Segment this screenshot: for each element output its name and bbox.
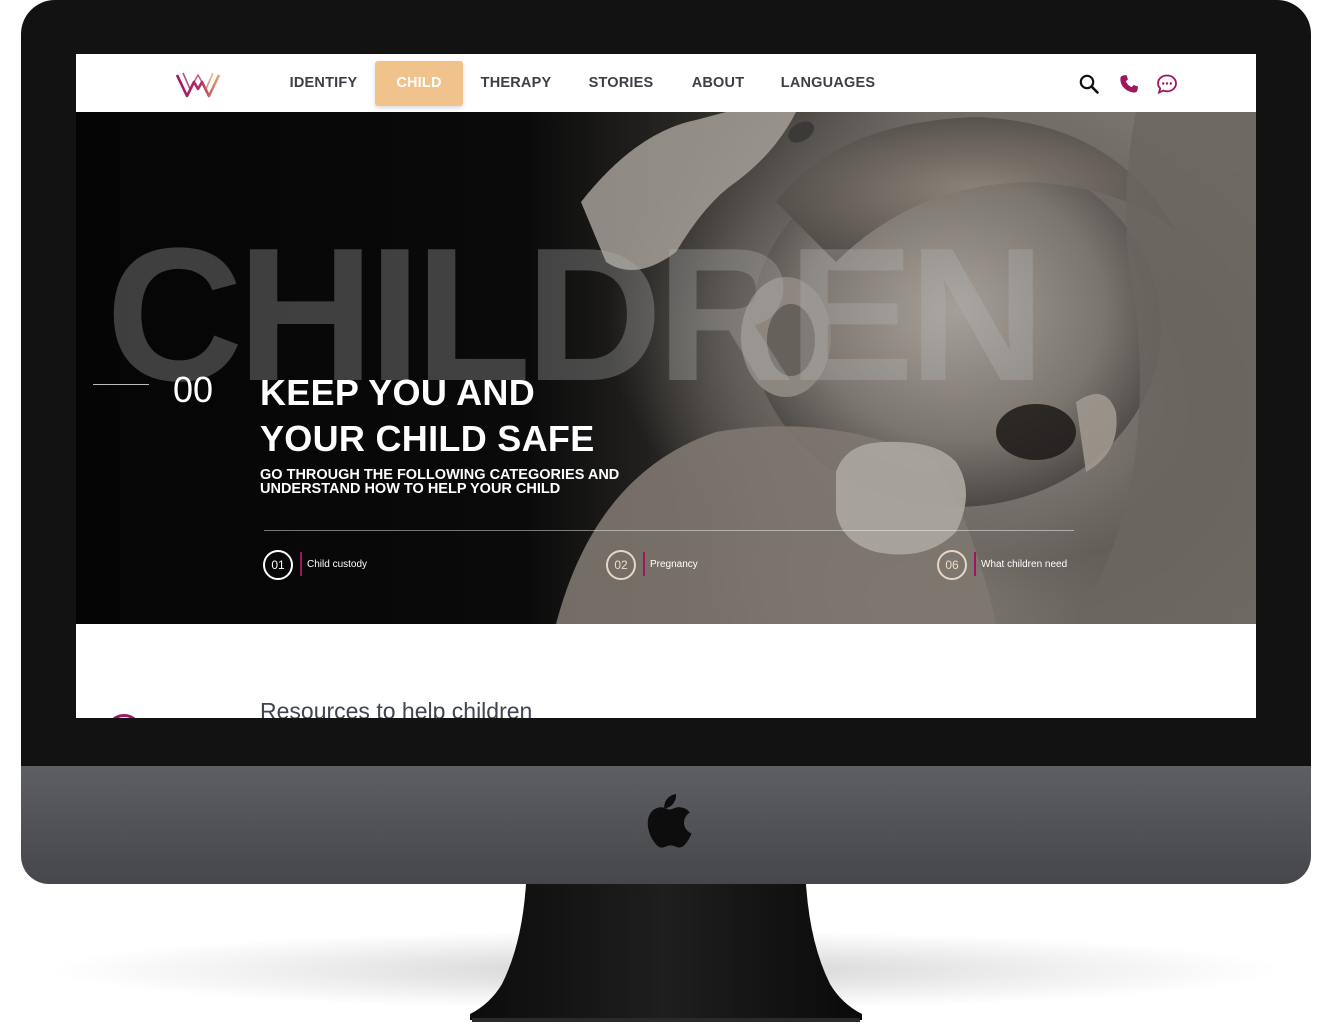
site-logo-icon[interactable] (174, 69, 222, 99)
index-line (93, 384, 149, 385)
subheading-line-2: UNDERSTAND HOW TO HELP YOUR CHILD (260, 481, 561, 497)
hero-subheading: GO THROUGH THE FOLLOWING CATEGORIES AND … (260, 467, 620, 497)
nav-item-stories[interactable]: STORIES (584, 61, 658, 106)
category-child-custody[interactable]: 01 Child custody (263, 550, 403, 580)
category-number: 06 (937, 550, 967, 580)
top-navigation: IDENTIFY CHILD THERAPY STORIES ABOUT LAN… (76, 54, 1256, 112)
headline-line-2: YOUR CHILD SAFE (260, 418, 595, 459)
resources-circle-icon (106, 714, 142, 718)
nav-item-therapy[interactable]: THERAPY (476, 61, 556, 106)
nav-item-about[interactable]: ABOUT (686, 61, 750, 106)
subheading-line-1: GO THROUGH THE FOLLOWING CATEGORIES AND (260, 467, 620, 483)
headline-line-1: KEEP YOU AND (260, 372, 536, 413)
website-screen: IDENTIFY CHILD THERAPY STORIES ABOUT LAN… (76, 54, 1256, 718)
nav-item-languages[interactable]: LANGUAGES (778, 61, 878, 106)
category-label: Child custody (307, 559, 368, 570)
category-accent-bar (300, 552, 302, 576)
phone-icon[interactable] (1118, 73, 1140, 95)
category-label: What children need (981, 559, 1068, 570)
category-accent-bar (974, 552, 976, 576)
hero-index-number: 00 (173, 369, 214, 410)
resources-section-title: Resources to help children (260, 698, 533, 718)
hero-divider (264, 530, 1074, 531)
category-number: 01 (263, 550, 293, 580)
search-icon[interactable] (1078, 73, 1100, 95)
category-pregnancy[interactable]: 02 Pregnancy (606, 550, 726, 580)
category-label: Pregnancy (650, 559, 698, 570)
hero-headline: KEEP YOU AND YOUR CHILD SAFE (260, 370, 595, 462)
category-what-children-need[interactable]: 06 What children need (937, 550, 1097, 580)
hero-banner: CHILDREN 00 KEEP YOU AND YOUR CHILD SAFE… (76, 112, 1256, 624)
nav-item-identify[interactable]: IDENTIFY (282, 61, 365, 106)
chat-icon[interactable] (1156, 73, 1178, 95)
category-accent-bar (643, 552, 645, 576)
apple-logo-icon (647, 794, 692, 848)
category-number: 02 (606, 550, 636, 580)
monitor-stand (470, 884, 862, 1022)
nav-item-child[interactable]: CHILD (375, 61, 463, 106)
